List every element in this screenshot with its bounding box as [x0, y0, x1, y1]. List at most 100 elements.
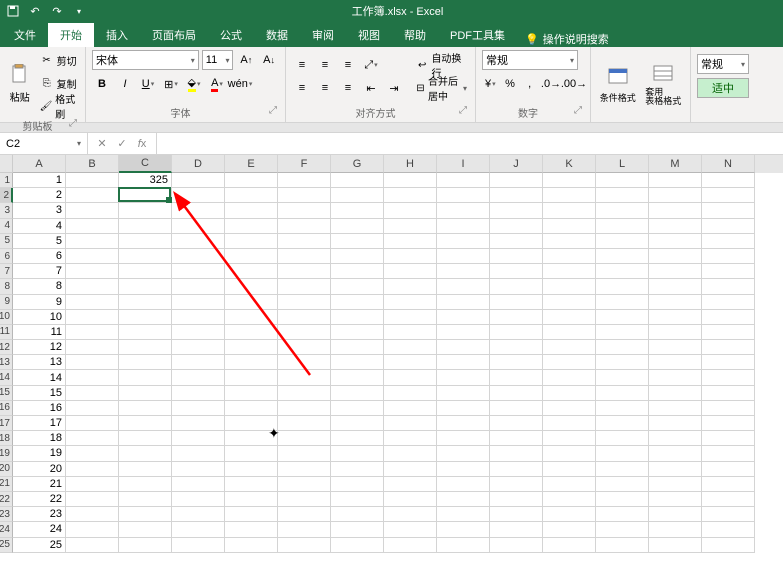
cell-I9[interactable]	[437, 295, 490, 310]
cell-B19[interactable]	[66, 446, 119, 461]
cell-B13[interactable]	[66, 355, 119, 370]
cell-F14[interactable]	[278, 370, 331, 385]
font-name-select[interactable]: 宋体▾	[92, 50, 199, 70]
number-format-select[interactable]: 常规▾	[482, 50, 578, 70]
cell-C9[interactable]	[119, 295, 172, 310]
cell-K15[interactable]	[543, 386, 596, 401]
cell-N4[interactable]	[702, 219, 755, 234]
cell-K23[interactable]	[543, 507, 596, 522]
cell-F9[interactable]	[278, 295, 331, 310]
cell-E20[interactable]	[225, 462, 278, 477]
cell-J21[interactable]	[490, 477, 543, 492]
cell-N8[interactable]	[702, 279, 755, 294]
cell-G24[interactable]	[331, 522, 384, 537]
cell-C7[interactable]	[119, 264, 172, 279]
cell-A6[interactable]: 6	[13, 249, 66, 264]
cell-A3[interactable]: 3	[13, 203, 66, 218]
cell-D20[interactable]	[172, 462, 225, 477]
cell-I20[interactable]	[437, 462, 490, 477]
cell-D24[interactable]	[172, 522, 225, 537]
cell-E7[interactable]	[225, 264, 278, 279]
cell-E11[interactable]	[225, 325, 278, 340]
wrap-text-button[interactable]: ↩自动换行	[414, 55, 469, 75]
orientation-button[interactable]: ⤢▾	[361, 55, 381, 75]
row-header-10[interactable]: 10	[0, 310, 13, 325]
cell-H3[interactable]	[384, 203, 437, 218]
cell-A9[interactable]: 9	[13, 295, 66, 310]
cell-B17[interactable]	[66, 416, 119, 431]
row-header-23[interactable]: 23	[0, 507, 13, 522]
cell-G22[interactable]	[331, 492, 384, 507]
cell-E5[interactable]	[225, 234, 278, 249]
cell-C14[interactable]	[119, 370, 172, 385]
decrease-decimal-button[interactable]: .00→	[564, 74, 584, 94]
cell-N15[interactable]	[702, 386, 755, 401]
cell-D12[interactable]	[172, 340, 225, 355]
cell-D9[interactable]	[172, 295, 225, 310]
qat-dropdown-icon[interactable]: ▾	[70, 2, 88, 20]
col-header-J[interactable]: J	[490, 155, 543, 173]
increase-font-button[interactable]: A↑	[236, 50, 256, 70]
cell-K10[interactable]	[543, 310, 596, 325]
cell-H9[interactable]	[384, 295, 437, 310]
bold-button[interactable]: B	[92, 74, 112, 94]
cell-J23[interactable]	[490, 507, 543, 522]
cell-K16[interactable]	[543, 401, 596, 416]
cell-B12[interactable]	[66, 340, 119, 355]
cell-B11[interactable]	[66, 325, 119, 340]
row-header-2[interactable]: 2	[0, 188, 13, 203]
cell-I25[interactable]	[437, 538, 490, 553]
decrease-indent-button[interactable]: ⇤	[361, 78, 381, 98]
cell-N18[interactable]	[702, 431, 755, 446]
cell-H15[interactable]	[384, 386, 437, 401]
cell-I15[interactable]	[437, 386, 490, 401]
tab-file[interactable]: 文件	[2, 23, 48, 47]
decrease-font-button[interactable]: A↓	[259, 50, 279, 70]
cell-E14[interactable]	[225, 370, 278, 385]
row-header-5[interactable]: 5	[0, 234, 13, 249]
cell-F21[interactable]	[278, 477, 331, 492]
cell-M6[interactable]	[649, 249, 702, 264]
cell-C10[interactable]	[119, 310, 172, 325]
cell-style-good[interactable]: 适中	[697, 78, 749, 98]
cell-L17[interactable]	[596, 416, 649, 431]
cell-K2[interactable]	[543, 188, 596, 203]
cell-J25[interactable]	[490, 538, 543, 553]
cell-E16[interactable]	[225, 401, 278, 416]
tab-review[interactable]: 审阅	[300, 23, 346, 47]
row-header-8[interactable]: 8	[0, 279, 13, 294]
cell-K14[interactable]	[543, 370, 596, 385]
cell-E1[interactable]	[225, 173, 278, 188]
cell-G4[interactable]	[331, 219, 384, 234]
cell-N3[interactable]	[702, 203, 755, 218]
underline-button[interactable]: U▾	[138, 74, 158, 94]
comma-button[interactable]: ,	[521, 74, 538, 94]
cell-I6[interactable]	[437, 249, 490, 264]
cell-F6[interactable]	[278, 249, 331, 264]
cell-D23[interactable]	[172, 507, 225, 522]
cell-A7[interactable]: 7	[13, 264, 66, 279]
cell-H17[interactable]	[384, 416, 437, 431]
cell-B7[interactable]	[66, 264, 119, 279]
cell-N21[interactable]	[702, 477, 755, 492]
cell-A21[interactable]: 21	[13, 477, 66, 492]
cell-F12[interactable]	[278, 340, 331, 355]
cell-E13[interactable]	[225, 355, 278, 370]
cell-H5[interactable]	[384, 234, 437, 249]
cell-G7[interactable]	[331, 264, 384, 279]
cell-L6[interactable]	[596, 249, 649, 264]
cell-G3[interactable]	[331, 203, 384, 218]
cell-M8[interactable]	[649, 279, 702, 294]
italic-button[interactable]: I	[115, 74, 135, 94]
cell-I18[interactable]	[437, 431, 490, 446]
cell-F22[interactable]	[278, 492, 331, 507]
cell-B4[interactable]	[66, 219, 119, 234]
name-box[interactable]: C2▾	[0, 133, 88, 154]
cell-D1[interactable]	[172, 173, 225, 188]
format-as-table-button[interactable]: 套用 表格格式	[643, 50, 685, 118]
cell-A18[interactable]: 18	[13, 431, 66, 446]
cell-I23[interactable]	[437, 507, 490, 522]
cell-B5[interactable]	[66, 234, 119, 249]
cell-D2[interactable]	[172, 188, 225, 203]
cell-E8[interactable]	[225, 279, 278, 294]
